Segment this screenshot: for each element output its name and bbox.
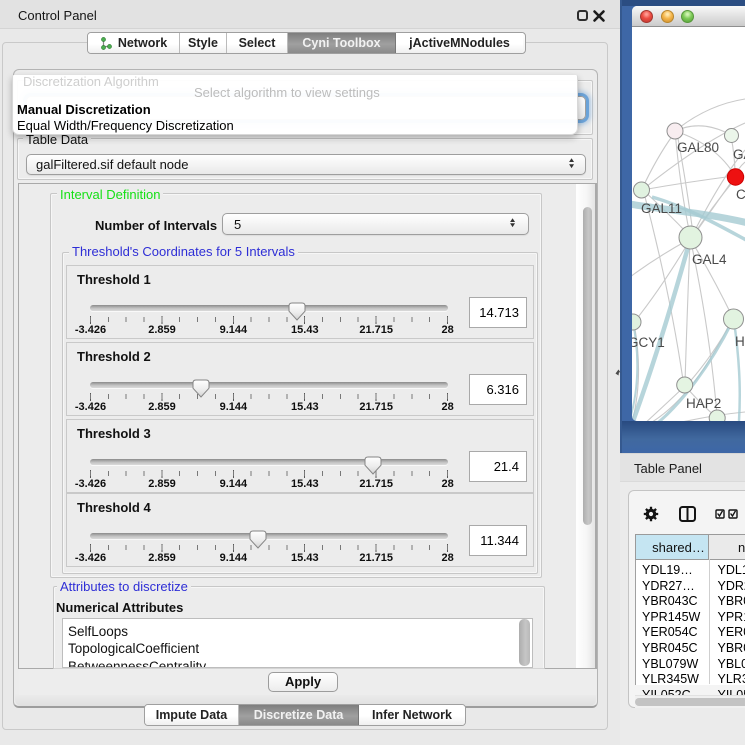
svg-text:GCY1: GCY1 <box>632 335 665 350</box>
svg-text:HAP2: HAP2 <box>686 396 721 411</box>
svg-text:H: H <box>735 334 745 349</box>
svg-text:GA: GA <box>733 147 745 162</box>
svg-text:GAL4: GAL4 <box>692 252 727 267</box>
svg-text:GAL80: GAL80 <box>677 140 719 155</box>
svg-text:GAL11: GAL11 <box>641 201 682 216</box>
svg-text:C: C <box>736 187 745 202</box>
